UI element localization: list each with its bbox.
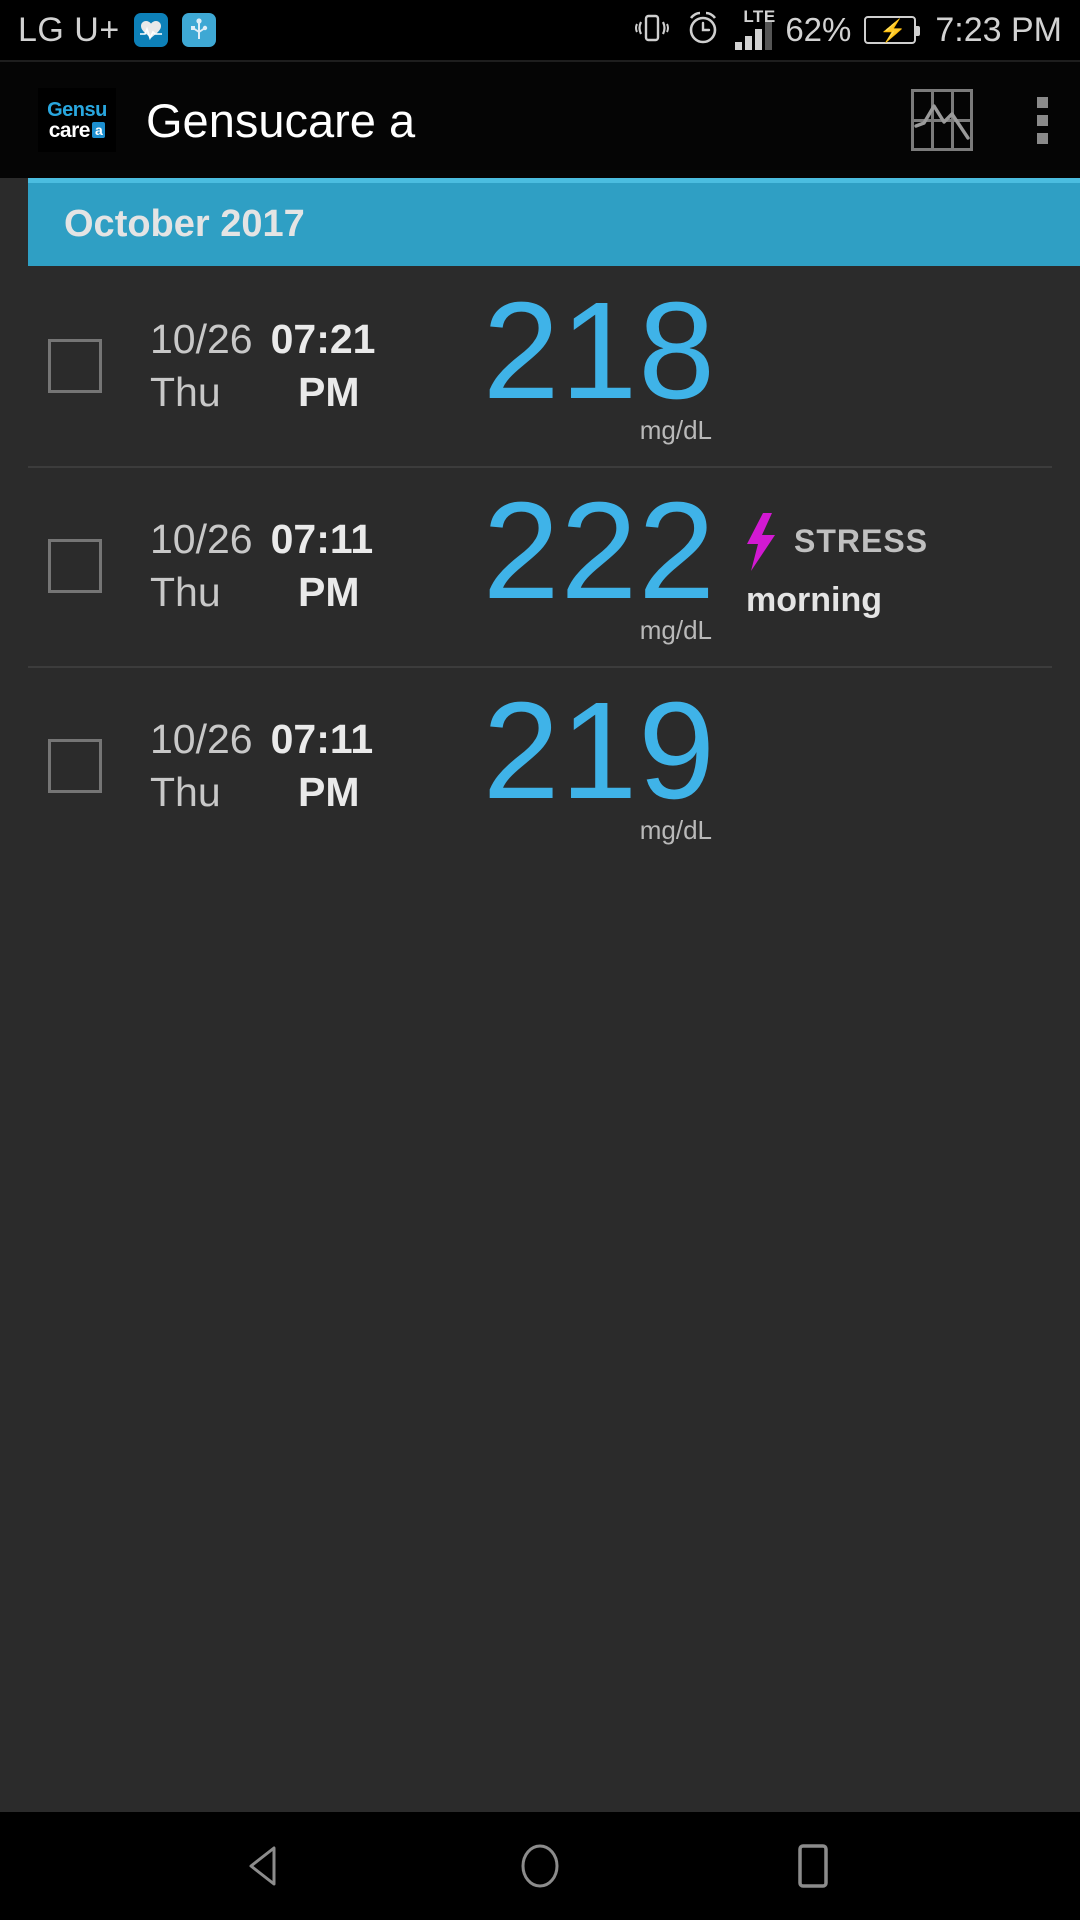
reading-date: 10/26 — [150, 716, 253, 762]
reading-value: 218 — [482, 273, 716, 428]
logo-badge: a — [91, 122, 106, 138]
reading-row[interactable]: 10/26 07:11 Thu PM 219 mg/dL — [0, 666, 1080, 866]
recents-nav-button[interactable] — [768, 1821, 858, 1911]
reading-datetime: 10/26 07:11 Thu PM — [150, 716, 470, 816]
reading-checkbox[interactable] — [48, 339, 102, 393]
reading-datetime: 10/26 07:11 Thu PM — [150, 516, 470, 616]
month-header-row: October 2017 — [0, 178, 1080, 266]
reading-unit: mg/dL — [639, 815, 712, 846]
usb-icon — [181, 13, 216, 47]
reading-datetime: 10/26 07:21 Thu PM — [150, 316, 470, 416]
battery-percent-label: 62% — [785, 11, 852, 48]
status-bar-left: LG U+ — [18, 11, 633, 50]
readings-list: October 2017 10/26 07:21 Thu PM 218 mg/d… — [0, 178, 1080, 1812]
reading-tag-top: STRESS — [746, 512, 1052, 571]
status-bar: LG U+ LTE 62% ⚡ 7:23 PM — [0, 0, 1080, 60]
logo-line-2: care a — [49, 120, 106, 141]
month-header-gutter — [0, 178, 28, 266]
reading-row[interactable]: 10/26 07:11 Thu PM 222 mg/dL STRESS morn… — [0, 466, 1080, 666]
reading-checkbox-cell[interactable] — [0, 739, 150, 793]
month-header: October 2017 — [28, 178, 1080, 266]
page-title: Gensucare a — [146, 93, 416, 147]
reading-day: Thu — [150, 569, 221, 615]
reading-time: 07:11 — [270, 516, 374, 562]
reading-time: 07:11 — [270, 716, 374, 762]
status-bar-right: LTE 62% ⚡ 7:23 PM — [633, 7, 1062, 52]
reading-ampm: PM — [298, 569, 360, 615]
app-logo: Gensu care a — [38, 88, 116, 152]
reading-date: 10/26 — [150, 516, 253, 562]
overflow-menu-icon[interactable] — [1027, 91, 1058, 150]
navigation-bar — [0, 1812, 1080, 1920]
logo-line-2-text: care — [48, 118, 91, 142]
reading-unit: mg/dL — [639, 415, 712, 446]
reading-tag-sublabel: morning — [746, 580, 882, 619]
back-nav-button[interactable] — [222, 1821, 312, 1911]
reading-checkbox-cell[interactable] — [0, 539, 150, 593]
reading-checkbox[interactable] — [48, 539, 102, 593]
carrier-label: LG U+ — [18, 10, 120, 49]
reading-unit: mg/dL — [639, 615, 712, 646]
heart-rate-app-icon — [133, 13, 168, 47]
reading-ampm: PM — [298, 769, 360, 815]
reading-checkbox-cell[interactable] — [0, 339, 150, 393]
chart-icon[interactable] — [911, 89, 973, 151]
network-type-label: LTE — [743, 7, 776, 26]
stress-bolt-icon — [746, 512, 776, 571]
reading-ampm: PM — [298, 369, 360, 415]
home-nav-button[interactable] — [495, 1821, 585, 1911]
reading-value-cell: 218 mg/dL — [470, 273, 720, 446]
reading-value-cell: 222 mg/dL — [470, 473, 720, 646]
reading-checkbox[interactable] — [48, 739, 102, 793]
reading-value: 219 — [482, 673, 716, 828]
reading-day: Thu — [150, 769, 221, 815]
reading-row[interactable]: 10/26 07:21 Thu PM 218 mg/dL — [0, 266, 1080, 466]
phone-screen: LG U+ LTE 62% ⚡ 7:23 PM Gensu care a Gen… — [0, 0, 1080, 1920]
reading-value: 222 — [482, 473, 716, 628]
signal-strength-icon: LTE — [735, 7, 776, 50]
battery-charging-icon: ⚡ — [864, 16, 921, 44]
reading-tag-cell: STRESS morning — [720, 512, 1052, 620]
status-clock: 7:23 PM — [935, 10, 1062, 49]
reading-day: Thu — [150, 369, 221, 415]
logo-line-1: Gensu — [47, 98, 107, 121]
alarm-icon — [684, 9, 722, 52]
reading-date: 10/26 — [150, 316, 253, 362]
reading-time: 07:21 — [270, 316, 376, 362]
month-header-label: October 2017 — [64, 203, 305, 245]
vibrate-icon — [633, 9, 671, 52]
reading-tag-label: STRESS — [794, 523, 929, 559]
reading-value-cell: 219 mg/dL — [470, 673, 720, 846]
app-bar: Gensu care a Gensucare a — [0, 60, 1080, 178]
